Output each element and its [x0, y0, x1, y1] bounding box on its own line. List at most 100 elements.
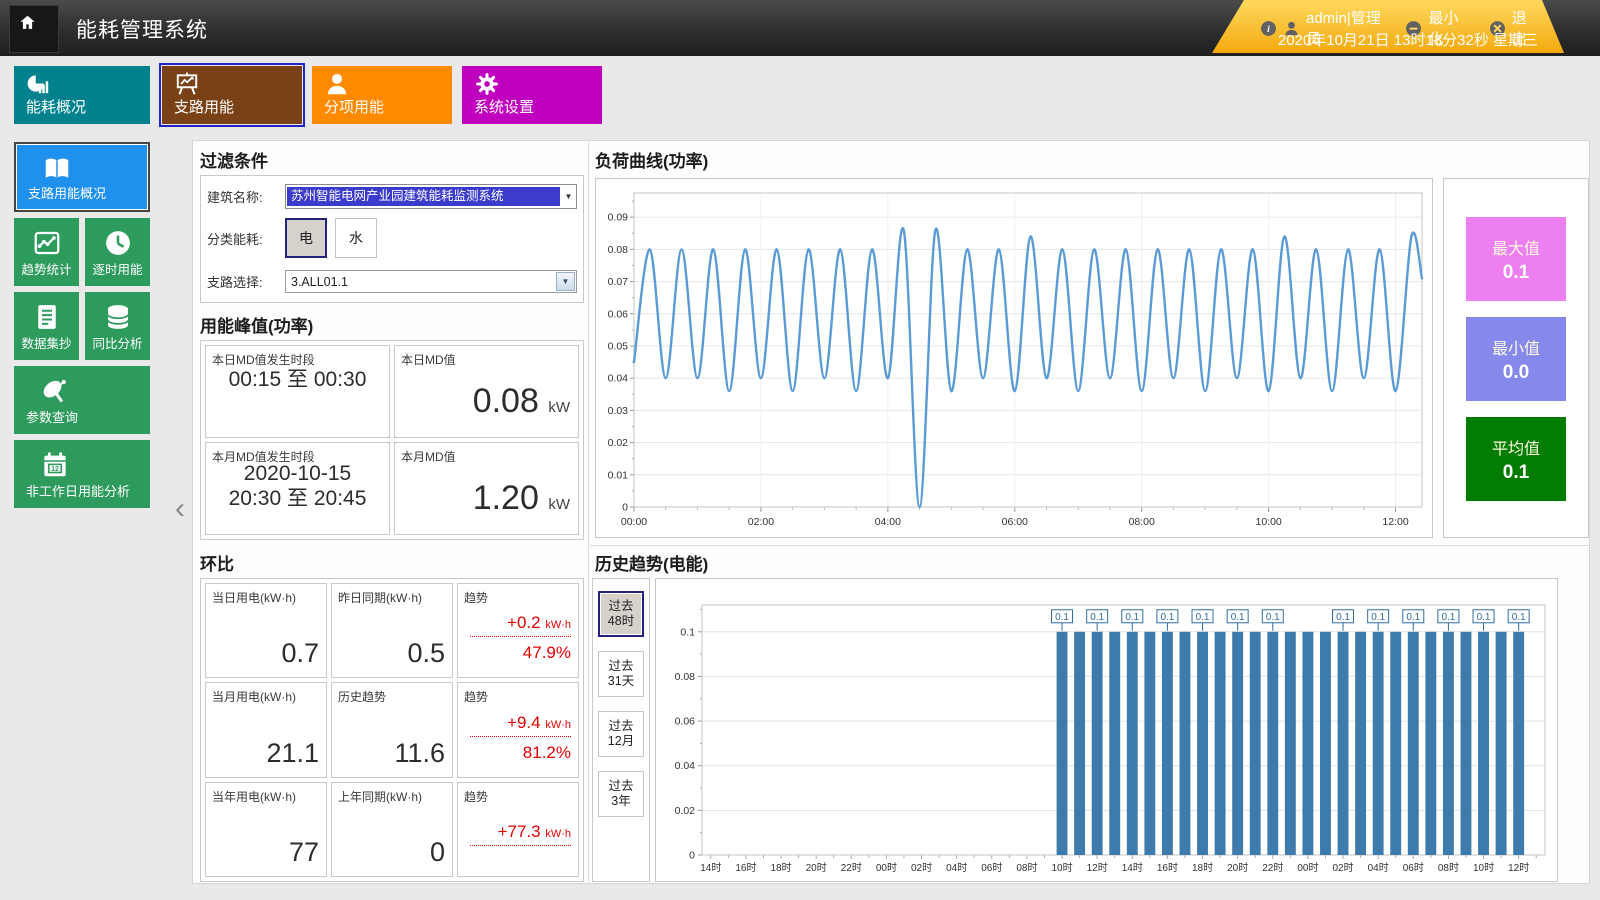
svg-text:02时: 02时	[911, 862, 932, 874]
ring-panel: 当日用电(kW·h)0.7昨日同期(kW·h)0.5趋势+0.2 kW·h47.…	[200, 578, 584, 882]
filter-section-title: 过滤条件	[200, 147, 268, 172]
sidebar-item-nonworkday-analysis[interactable]: 12非工作日用能分析	[14, 440, 150, 508]
svg-text:0.03: 0.03	[608, 405, 629, 417]
svg-text:0.1: 0.1	[1266, 612, 1280, 623]
trend-divider	[470, 736, 571, 737]
svg-text:0.05: 0.05	[608, 340, 629, 352]
category-buttons: 电水	[285, 218, 377, 258]
range-button-past-3y[interactable]: 过去 3年	[598, 771, 644, 817]
svg-text:10时: 10时	[1051, 862, 1072, 874]
sidebar-item-param-query[interactable]: 参数查询	[14, 366, 150, 434]
category-button-water[interactable]: 水	[335, 218, 377, 258]
svg-text:0.06: 0.06	[608, 308, 629, 320]
md-cell-value: 0.08 kW	[473, 382, 570, 421]
stat-value: 0.1	[1503, 462, 1529, 484]
svg-text:0.07: 0.07	[608, 276, 629, 288]
ring-cell-label: 趋势	[464, 788, 488, 805]
peak-section-title: 用能峰值(功率)	[200, 312, 313, 337]
history-section-title: 历史趋势(电能)	[595, 550, 708, 575]
trend-divider	[470, 636, 571, 637]
building-label: 建筑名称:	[207, 187, 285, 206]
tab-label: 支路用能	[174, 96, 234, 117]
svg-text:04:00: 04:00	[875, 516, 901, 528]
sidebar-item-label: 支路用能概况	[28, 183, 148, 202]
ring-cell-r1c3: 趋势+0.2 kW·h47.9%	[457, 583, 579, 678]
md-cell-today-md-period: 本日MD值发生时段00:15 至 00:30	[205, 345, 390, 438]
svg-text:0.02: 0.02	[675, 805, 696, 817]
svg-text:16时: 16时	[735, 862, 756, 874]
branch-select[interactable]: 3.ALL01.1 ▼	[285, 270, 577, 293]
svg-text:14时: 14时	[700, 862, 721, 874]
svg-text:0.1: 0.1	[680, 626, 695, 638]
horizontal-divider	[590, 545, 1589, 546]
ring-cell-r1c1: 当日用电(kW·h)0.7	[205, 583, 327, 678]
vertical-divider	[588, 141, 589, 883]
svg-text:22时: 22时	[1262, 862, 1283, 874]
stat-value: 0.1	[1503, 262, 1529, 284]
svg-text:02时: 02时	[1332, 862, 1353, 874]
clock-icon	[103, 228, 133, 258]
ring-cell-r2c2: 历史趋势11.6	[331, 682, 453, 777]
svg-text:0.08: 0.08	[675, 671, 696, 683]
tab-label: 能耗概况	[26, 96, 86, 117]
sidebar-collapse-button[interactable]: ‹	[168, 492, 192, 528]
stat-label: 最大值	[1492, 235, 1540, 259]
svg-text:0.1: 0.1	[1477, 612, 1491, 623]
trend-delta: +0.2 kW·h	[507, 613, 571, 633]
svg-text:0.1: 0.1	[1160, 612, 1174, 623]
svg-text:06时: 06时	[1403, 862, 1424, 874]
database-icon	[103, 302, 133, 332]
sidebar-item-hourly-energy[interactable]: 逐时用能	[85, 218, 150, 286]
sidebar-item-yoy-analysis[interactable]: 同比分析	[85, 292, 150, 360]
svg-text:20时: 20时	[1227, 862, 1248, 874]
user-badge: i admin|管理员 最小化 退出 2020年10月21日 13时13分32秒…	[1212, 0, 1564, 53]
svg-text:14时: 14时	[1122, 862, 1143, 874]
md-cell-value: 1.20 kW	[473, 479, 570, 518]
ring-cell-r3c3: 趋势+77.3 kW·h	[457, 782, 579, 877]
ring-cell-value: 77	[289, 837, 319, 868]
md-cell-month-md-period: 本月MD值发生时段2020-10-1520:30 至 20:45	[205, 442, 390, 535]
svg-text:10:00: 10:00	[1255, 516, 1281, 528]
sidebar-item-branch-overview[interactable]: 支路用能概况	[14, 142, 150, 212]
tab-label: 分项用能	[324, 96, 384, 117]
tab-system-settings[interactable]: 系统设置	[462, 66, 602, 124]
svg-text:12时: 12时	[1508, 862, 1529, 874]
tab-branch-energy[interactable]: 支路用能	[162, 66, 302, 124]
ring-cell-r1c2: 昨日同期(kW·h)0.5	[331, 583, 453, 678]
trend-delta: +9.4 kW·h	[507, 713, 571, 733]
trend-chart-icon	[32, 228, 62, 258]
tab-subitem-energy[interactable]: 分项用能	[312, 66, 452, 124]
svg-text:0.1: 0.1	[1406, 612, 1420, 623]
stat-min: 最小值0.0	[1466, 317, 1566, 401]
svg-text:0: 0	[622, 502, 628, 514]
filter-panel: 建筑名称: 苏州智能电网产业园建筑能耗监测系统 ▼ 分类能耗: 电水 支路选择:…	[200, 175, 584, 303]
sidebar-item-label: 非工作日用能分析	[26, 481, 150, 500]
stat-avg: 平均值0.1	[1466, 417, 1566, 501]
ring-section-title: 环比	[200, 550, 234, 575]
svg-text:08:00: 08:00	[1129, 516, 1155, 528]
book-icon	[42, 154, 72, 184]
building-select[interactable]: 苏州智能电网产业园建筑能耗监测系统 ▼	[285, 184, 577, 209]
range-button-past-31d[interactable]: 过去 31天	[598, 651, 644, 697]
md-cell-label: 本日MD值	[401, 351, 456, 368]
chevron-down-icon[interactable]: ▼	[556, 272, 575, 291]
home-button[interactable]	[9, 5, 59, 53]
svg-text:0: 0	[689, 850, 695, 862]
chevron-down-icon[interactable]: ▼	[561, 192, 576, 201]
ring-cell-r3c2: 上年同期(kW·h)0	[331, 782, 453, 877]
sidebar-item-data-readout[interactable]: 数据集抄	[14, 292, 79, 360]
category-button-electricity[interactable]: 电	[285, 218, 327, 258]
person-icon	[324, 71, 350, 97]
branch-label: 支路选择:	[207, 272, 285, 291]
branch-select-value: 3.ALL01.1	[286, 275, 556, 289]
ring-cell-label: 上年同期(kW·h)	[338, 788, 422, 805]
ring-cell-label: 当日用电(kW·h)	[212, 589, 296, 606]
range-button-past-48h[interactable]: 过去 48时	[598, 591, 644, 637]
tab-energy-overview[interactable]: 能耗概况	[14, 66, 150, 124]
presentation-chart-icon	[174, 71, 200, 97]
sidebar-item-trend-stats[interactable]: 趋势统计	[14, 218, 79, 286]
range-button-past-12m[interactable]: 过去 12月	[598, 711, 644, 757]
svg-text:0.09: 0.09	[608, 212, 629, 224]
svg-text:0.1: 0.1	[1336, 612, 1350, 623]
svg-text:00:00: 00:00	[621, 516, 647, 528]
